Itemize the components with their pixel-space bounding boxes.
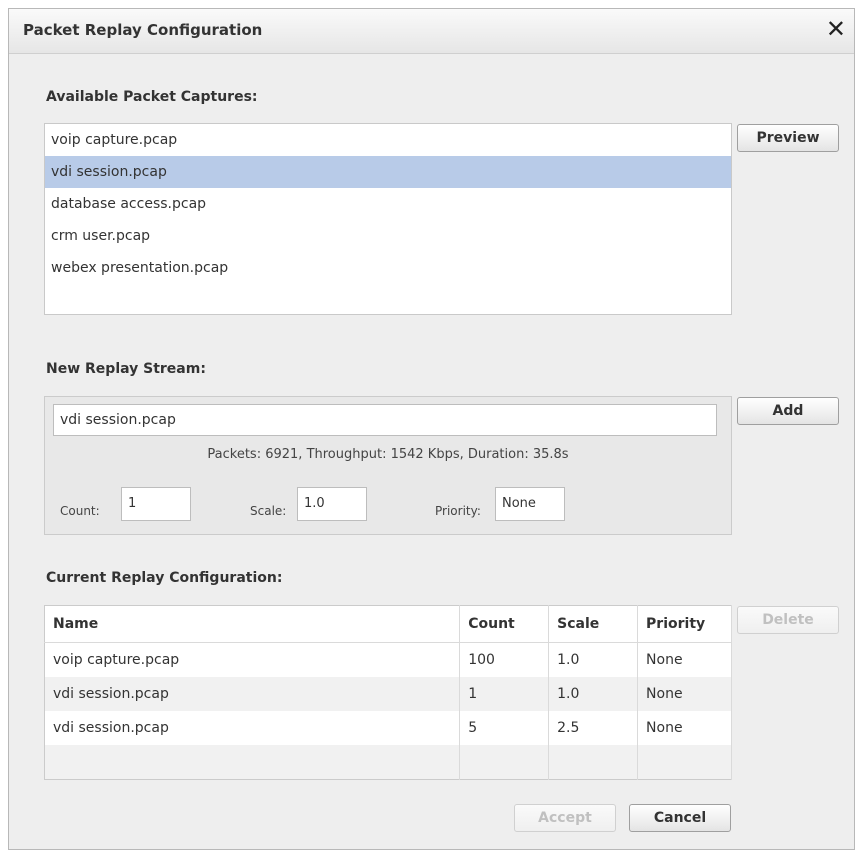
cancel-button[interactable]: Cancel <box>629 804 731 832</box>
priority-label: Priority: <box>435 504 481 518</box>
table-row[interactable]: voip capture.pcap 100 1.0 None <box>44 642 732 677</box>
cell-scale <box>548 745 639 780</box>
accept-button[interactable]: Accept <box>514 804 616 832</box>
capture-list-item[interactable]: vdi session.pcap <box>45 156 731 188</box>
cell-name: voip capture.pcap <box>44 642 461 677</box>
cell-name: vdi session.pcap <box>44 711 461 745</box>
count-input[interactable]: 1 <box>121 487 191 521</box>
current-config-table: Name Count Scale Priority voip capture.p… <box>44 605 732 780</box>
available-captures-list[interactable]: voip capture.pcap vdi session.pcap datab… <box>44 123 732 315</box>
table-header-row: Name Count Scale Priority <box>44 605 732 643</box>
table-row[interactable]: vdi session.pcap 1 1.0 None <box>44 677 732 711</box>
new-stream-panel: vdi session.pcap Packets: 6921, Throughp… <box>44 396 732 535</box>
cell-scale: 1.0 <box>548 642 639 677</box>
capture-list-item[interactable]: crm user.pcap <box>45 220 731 252</box>
cell-count <box>459 745 550 780</box>
table-row[interactable]: vdi session.pcap 5 2.5 None <box>44 711 732 745</box>
column-header-name[interactable]: Name <box>44 605 461 643</box>
capture-item-label: crm user.pcap <box>51 228 151 244</box>
cell-priority: None <box>637 642 732 677</box>
current-config-label: Current Replay Configuration: <box>46 570 283 586</box>
cell-scale: 2.5 <box>548 711 639 745</box>
capture-list-item[interactable]: database access.pcap <box>45 188 731 220</box>
cell-count: 100 <box>459 642 550 677</box>
cell-name <box>44 745 461 780</box>
available-captures-label: Available Packet Captures: <box>46 89 258 105</box>
delete-button[interactable]: Delete <box>737 606 839 634</box>
capture-item-label: database access.pcap <box>51 196 207 212</box>
new-replay-stream-label: New Replay Stream: <box>46 361 206 377</box>
capture-item-label: voip capture.pcap <box>51 132 178 148</box>
priority-input[interactable]: None <box>495 487 565 521</box>
stream-name-field[interactable]: vdi session.pcap <box>53 404 717 436</box>
packet-replay-dialog: Packet Replay Configuration ✕ Available … <box>8 8 855 850</box>
cell-priority: None <box>637 677 732 711</box>
stream-info-text: Packets: 6921, Throughput: 1542 Kbps, Du… <box>207 447 569 462</box>
capture-list-item[interactable]: voip capture.pcap <box>45 124 731 156</box>
capture-list-item[interactable]: webex presentation.pcap <box>45 252 731 284</box>
add-button[interactable]: Add <box>737 397 839 425</box>
cell-name: vdi session.pcap <box>44 677 461 711</box>
scale-label: Scale: <box>250 504 287 518</box>
column-header-scale[interactable]: Scale <box>548 605 639 643</box>
column-header-count[interactable]: Count <box>459 605 550 643</box>
dialog-title: Packet Replay Configuration <box>23 21 263 39</box>
cell-count: 1 <box>459 677 550 711</box>
cell-count: 5 <box>459 711 550 745</box>
cell-priority: None <box>637 711 732 745</box>
cell-scale: 1.0 <box>548 677 639 711</box>
title-bar: Packet Replay Configuration ✕ <box>9 9 854 54</box>
close-icon[interactable]: ✕ <box>826 15 846 43</box>
capture-item-label: webex presentation.pcap <box>51 260 229 276</box>
cell-priority <box>637 745 732 780</box>
column-header-priority[interactable]: Priority <box>637 605 732 643</box>
table-row-empty <box>44 745 732 780</box>
capture-item-label: vdi session.pcap <box>51 164 167 180</box>
count-label: Count: <box>60 504 100 518</box>
preview-button[interactable]: Preview <box>737 124 839 152</box>
scale-input[interactable]: 1.0 <box>297 487 367 521</box>
